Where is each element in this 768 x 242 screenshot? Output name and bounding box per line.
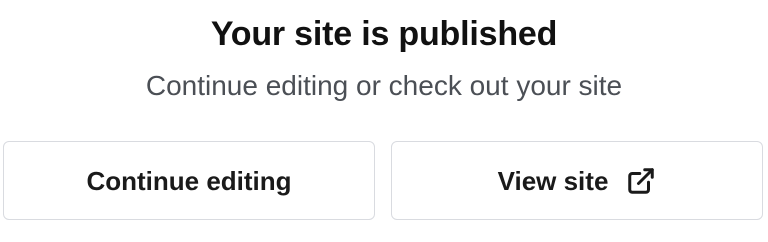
continue-editing-button[interactable]: Continue editing [3, 141, 375, 220]
publish-success-dialog: Your site is published Continue editing … [0, 0, 768, 242]
dialog-subtitle: Continue editing or check out your site [145, 70, 623, 101]
view-site-label: View site [497, 165, 609, 196]
dialog-title: Your site is published [210, 15, 558, 53]
continue-editing-label: Continue editing [86, 165, 292, 196]
view-site-button[interactable]: View site [391, 141, 763, 220]
external-link-icon [626, 166, 656, 196]
